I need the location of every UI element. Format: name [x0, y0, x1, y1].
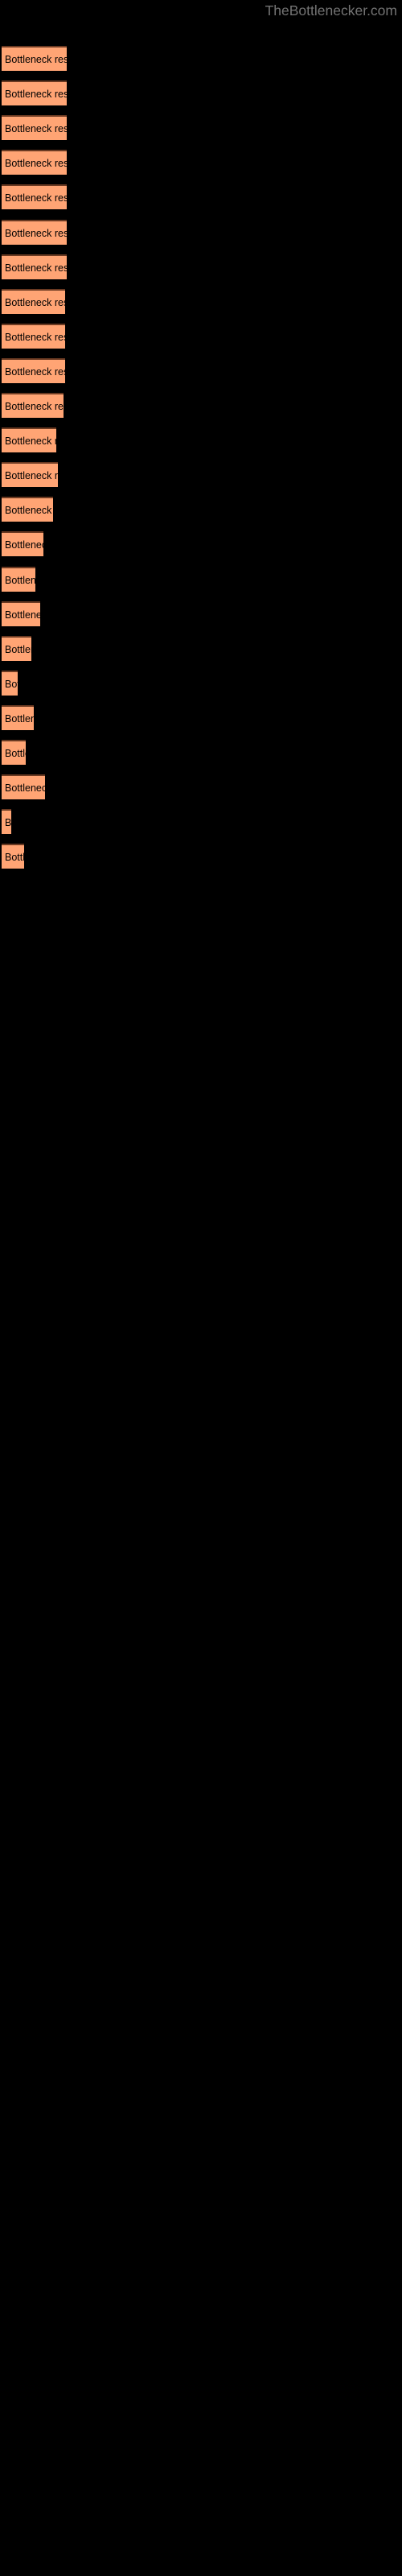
bar-label: Bottleneck result: [5, 262, 67, 274]
bar-label: Bottleneck result: [5, 436, 56, 448]
bar-row: Bottleneck result: [0, 531, 402, 557]
bar-label: Bottleneck result: [5, 852, 24, 864]
bar-label: Bottleneck result: [5, 782, 45, 795]
bottleneck-result-bar[interactable]: Bottleneck result: [2, 635, 31, 661]
bar-row: Bottleneck result: [0, 462, 402, 488]
bar-row: Bottleneck result: [0, 150, 402, 175]
bar-label: Bottleneck result: [5, 401, 64, 412]
bottleneck-result-bar[interactable]: Bottleneck result: [2, 497, 53, 522]
bar-label: Bottleneck result: [5, 227, 67, 239]
bar-label: Bottleneck result: [5, 365, 65, 378]
bar-row: Bottleneck result: [0, 115, 402, 141]
bar-row: Bottleneck result: [0, 635, 402, 661]
bar-row: Bottleneck result: [0, 809, 402, 835]
bar-row: Bottleneck result: [0, 184, 402, 210]
bar-label: Bottleneck result: [5, 331, 65, 343]
bottleneck-result-bar[interactable]: Bottleneck result: [2, 601, 40, 626]
bottleneck-result-bar[interactable]: Bottleneck result: [2, 46, 67, 71]
bar-row: Bottleneck result: [0, 566, 402, 592]
bar-row: Bottleneck result: [0, 323, 402, 349]
bottleneck-result-bar[interactable]: Bottleneck result: [2, 184, 67, 210]
bottleneck-result-bar[interactable]: Bottleneck result: [2, 774, 45, 800]
bar-label: Bottleneck result: [5, 574, 35, 586]
bar-row: Bottleneck result: [0, 46, 402, 71]
bar-label: Bottleneck result: [5, 817, 11, 829]
bar-row: Bottleneck result: [0, 427, 402, 453]
bar-row: Bottleneck result: [0, 740, 402, 765]
bar-label: Bottleneck result: [5, 539, 43, 551]
bottleneck-result-bar[interactable]: Bottleneck result: [2, 393, 64, 418]
bottleneck-result-bar[interactable]: Bottleneck result: [2, 809, 11, 835]
bar-label: Bottleneck result: [5, 192, 67, 204]
bar-label: Bottleneck result: [5, 123, 67, 135]
bar-row: Bottleneck result: [0, 254, 402, 279]
bottleneck-result-bar[interactable]: Bottleneck result: [2, 427, 56, 453]
bar-label: Bottleneck result: [5, 470, 58, 482]
bottleneck-result-bar[interactable]: Bottleneck result: [2, 704, 34, 730]
bottleneck-result-bar[interactable]: Bottleneck result: [2, 844, 24, 869]
bottleneck-result-bar[interactable]: Bottleneck result: [2, 357, 65, 383]
bar-row: Bottleneck result: [0, 219, 402, 245]
bar-row: Bottleneck result: [0, 670, 402, 696]
bar-label: Bottleneck result: [5, 505, 53, 517]
bottleneck-result-bar[interactable]: Bottleneck result: [2, 254, 67, 279]
bar-label: Bottleneck result: [5, 89, 67, 101]
bar-label: Bottleneck result: [5, 158, 67, 170]
bar-label: Bottleneck result: [5, 712, 34, 724]
bottleneck-result-bar[interactable]: Bottleneck result: [2, 288, 65, 314]
bar-row: Bottleneck result: [0, 844, 402, 869]
bottleneck-result-bar[interactable]: Bottleneck result: [2, 219, 67, 245]
bar-label: Bottleneck result: [5, 609, 40, 621]
bottleneck-result-bar[interactable]: Bottleneck result: [2, 740, 26, 765]
bar-row: Bottleneck result: [0, 774, 402, 800]
bottleneck-result-bar[interactable]: Bottleneck result: [2, 80, 67, 106]
bottleneck-result-bar[interactable]: Bottleneck result: [2, 323, 65, 349]
bottleneck-result-bar[interactable]: Bottleneck result: [2, 531, 43, 557]
bar-label: Bottleneck result: [5, 643, 31, 655]
bar-row: Bottleneck result: [0, 357, 402, 383]
bottleneck-result-bar[interactable]: Bottleneck result: [2, 115, 67, 141]
bar-label: Bottleneck result: [5, 678, 18, 690]
bottleneck-bar-chart: Bottleneck result Bottleneck result Bottle…: [0, 0, 402, 2576]
bar-row: Bottleneck result: [0, 288, 402, 314]
bar-row: Bottleneck result: [0, 393, 402, 418]
bar-label: Bottleneck result: [5, 54, 67, 65]
bottleneck-result-bar[interactable]: Bottleneck result: [2, 566, 35, 592]
bar-row: Bottleneck result: [0, 497, 402, 522]
bar-label: Bottleneck result: [5, 296, 65, 308]
bar-row: Bottleneck result: [0, 704, 402, 730]
bar-row: Bottleneck result: [0, 601, 402, 626]
bottleneck-result-bar[interactable]: Bottleneck result: [2, 150, 67, 175]
bar-label: Bottleneck result: [5, 748, 26, 759]
bar-row: Bottleneck result: [0, 80, 402, 106]
bottleneck-result-bar[interactable]: Bottleneck result: [2, 670, 18, 696]
bottleneck-result-bar[interactable]: Bottleneck result: [2, 462, 58, 488]
